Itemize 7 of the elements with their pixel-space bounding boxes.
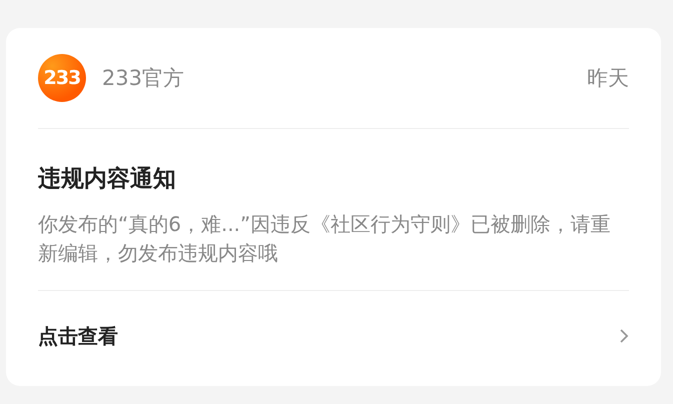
sender-name: 233官方	[102, 65, 184, 92]
notice-text: 你发布的“真的6，难...”因违反《社区行为守则》已被删除，请重新编辑，勿发布违规内容哦	[38, 211, 612, 267]
logo-icon: 233	[38, 54, 86, 102]
notice-title: 违规内容通知	[38, 165, 177, 194]
view-link[interactable]: 点击查看	[38, 291, 629, 381]
chevron-icon	[619, 328, 629, 344]
timestamp: 昨天	[587, 65, 629, 92]
